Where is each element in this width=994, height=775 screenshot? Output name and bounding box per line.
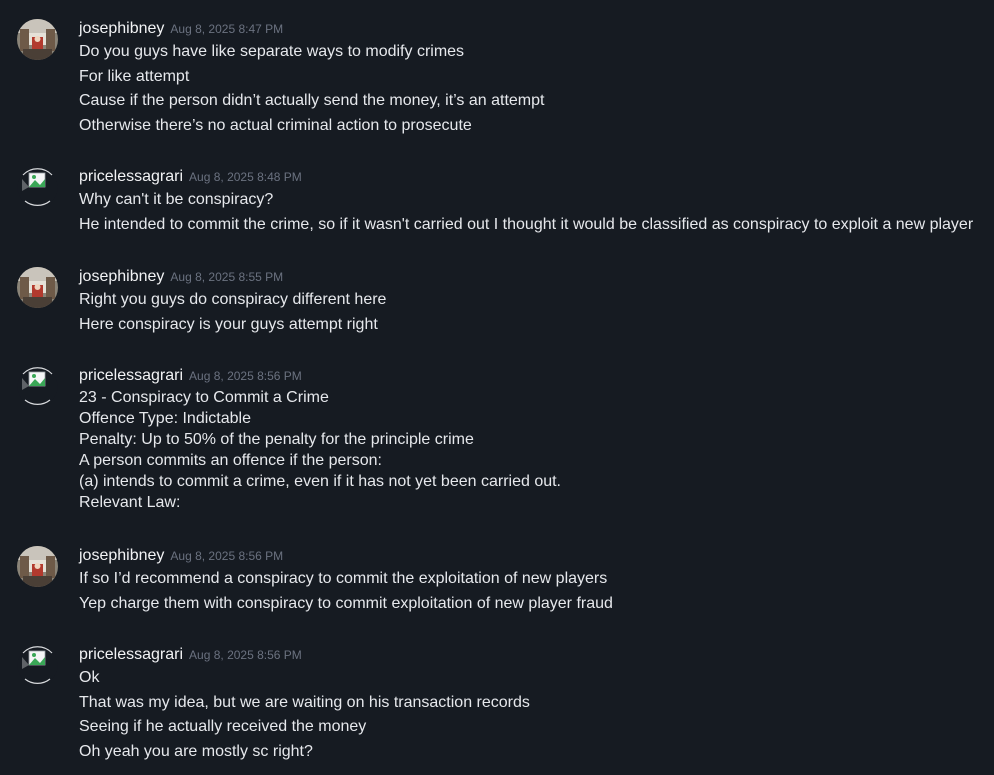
broken-image-icon [17,366,58,407]
message-line: (a) intends to commit a crime, even if i… [79,473,561,490]
message-line: Relevant Law: [79,494,181,511]
user-avatar[interactable] [17,366,58,407]
user-avatar[interactable] [17,19,58,60]
message-line: Cause if the person didn’t actually send… [79,92,545,109]
message-line: That was my idea, but we are waiting on … [79,693,530,711]
user-avatar[interactable] [17,167,58,208]
message-line: Penalty: Up to 50% of the penalty for th… [79,431,474,448]
user-avatar[interactable] [17,267,58,308]
message-header: pricelessagrari Aug 8, 2025 8:48 PM [79,167,994,187]
timestamp: Aug 8, 2025 8:47 PM [170,22,284,36]
message-line: If so I’d recommend a conspiracy to comm… [79,570,608,587]
timestamp: Aug 8, 2025 8:56 PM [189,648,302,662]
message-line: Ok [79,669,100,686]
user-avatar[interactable] [17,645,58,686]
message-line: Here conspiracy is your guys attempt rig… [79,315,378,333]
message-line: Otherwise there’s no actual criminal act… [79,116,472,134]
photo-avatar-icon [17,546,58,587]
message-line: Offence Type: Indictable [79,410,251,427]
chat-log: josephibney Aug 8, 2025 8:47 PM Do you gu… [0,0,994,775]
message-header: pricelessagrari Aug 8, 2025 8:56 PM [79,645,994,665]
timestamp: Aug 8, 2025 8:56 PM [189,369,302,383]
message-line: Oh yeah you are mostly sc right? [79,742,313,760]
message-line: A person commits an offence if the perso… [79,452,382,469]
username[interactable]: josephibney [79,547,164,564]
username[interactable]: josephibney [79,268,164,285]
photo-avatar-icon [17,19,58,60]
photo-avatar-icon [17,267,58,308]
message-header: josephibney Aug 8, 2025 8:47 PM [79,19,994,39]
message-line: Yep charge them with conspiracy to commi… [79,594,613,612]
message-line: Seeing if he actually received the money [79,718,367,735]
message-line: For like attempt [79,67,190,85]
timestamp: Aug 8, 2025 8:48 PM [189,170,302,184]
username[interactable]: pricelessagrari [79,168,183,185]
message-line: 23 - Conspiracy to Commit a Crime [79,389,329,406]
broken-image-icon [17,167,58,208]
username[interactable]: pricelessagrari [79,646,183,663]
timestamp: Aug 8, 2025 8:55 PM [170,270,284,284]
broken-image-icon [17,645,58,686]
message-line: Right you guys do conspiracy different h… [79,291,387,308]
username[interactable]: josephibney [79,20,164,37]
message-header: pricelessagrari Aug 8, 2025 8:56 PM [79,366,994,386]
username[interactable]: pricelessagrari [79,367,183,384]
message-line: He intended to commit the crime, so if i… [79,215,974,233]
message-header: josephibney Aug 8, 2025 8:55 PM [79,267,994,287]
message-header: josephibney Aug 8, 2025 8:56 PM [79,546,994,566]
timestamp: Aug 8, 2025 8:56 PM [170,549,284,563]
message-line: Do you guys have like separate ways to m… [79,43,465,60]
user-avatar[interactable] [17,546,58,587]
message-line: Why can't it be conspiracy? [79,191,274,208]
